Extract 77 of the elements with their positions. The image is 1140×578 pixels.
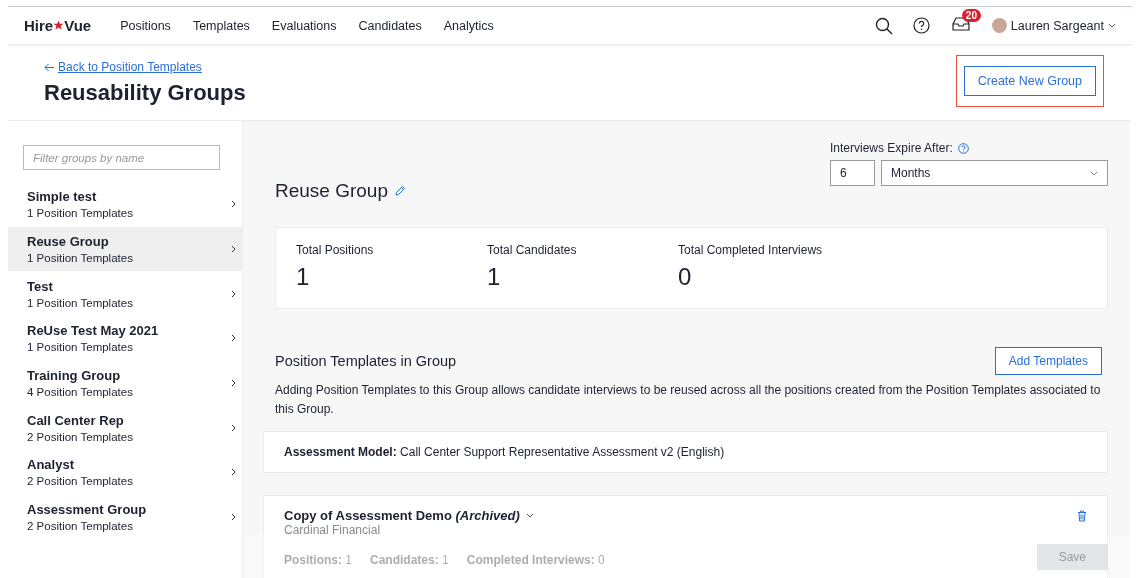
stat-label: Total Positions (296, 243, 375, 257)
stat-value: 0 (678, 263, 693, 291)
back-link[interactable]: Back to Position Templates (58, 60, 202, 74)
group-item[interactable]: ReUse Test May 2021 1 Position Templates (8, 316, 242, 361)
stat-label: Total Candidates (487, 243, 578, 257)
group-name: Assessment Group (27, 502, 148, 518)
nav-link[interactable]: Candidates (349, 14, 431, 37)
template-count: 2 Position Templates (27, 520, 134, 533)
group-name: ReUse Test May 2021 (27, 323, 160, 339)
stat-value: 1 (296, 263, 311, 291)
group-item[interactable]: Reuse Group 1 Position Templates (8, 226, 242, 272)
chevron-down-icon (1090, 170, 1098, 176)
group-name: Simple test (27, 189, 98, 205)
chevron-right-icon (231, 513, 236, 522)
inbox-icon[interactable] (951, 17, 970, 31)
group-item[interactable]: Simple test 1 Position Templates (8, 182, 242, 227)
chevron-right-icon (231, 200, 236, 209)
star-icon (53, 20, 65, 31)
stat-label: Total Completed Interviews (678, 243, 824, 257)
template-metric: Completed Interviews: 0 (466, 553, 605, 567)
group-item[interactable]: Assessment Group 2 Position Templates (8, 494, 242, 540)
group-name: Call Center Rep (27, 412, 125, 428)
page-title: Reusability Groups (44, 80, 247, 106)
stat-value: 1 (487, 263, 502, 291)
unit-dropdown[interactable]: Months (881, 160, 1108, 186)
logo[interactable]: Hire Vue (24, 17, 92, 34)
chevron-down-icon[interactable] (525, 513, 534, 518)
filter-field[interactable]: Filter groups by name (23, 145, 220, 170)
group-item[interactable]: Call Center Rep 2 Position Templates (8, 405, 242, 451)
group-title: Reuse Group (275, 180, 388, 202)
user-name: Lauren Sargeant (1010, 18, 1104, 33)
logo-text: Vue (64, 17, 92, 34)
template-name: Copy of Assessment Demo (Archived) (284, 508, 520, 523)
chevron-right-icon (231, 245, 236, 254)
template-count: 1 Position Templates (27, 296, 134, 309)
arrow-left-icon (44, 62, 55, 72)
duration-field[interactable]: 6 (830, 160, 875, 186)
group-name: Training Group (27, 368, 122, 384)
template-metric: Candidates: 1 (370, 553, 449, 567)
user-menu[interactable]: Lauren Sargeant (991, 18, 1116, 33)
group-name: Test (27, 278, 54, 294)
chevron-right-icon (231, 289, 236, 298)
group-item[interactable]: Analyst 2 Position Templates (8, 450, 242, 495)
help-icon[interactable] (912, 17, 930, 34)
avatar-icon (991, 18, 1007, 33)
section-description: Adding Position Templates to this Group allows candidate interviews to be reused across all the positions created from the Position Templates associated to this Group. (275, 382, 1102, 418)
nav-link[interactable]: Templates (183, 14, 259, 37)
template-count: 1 Position Templates (27, 207, 134, 220)
group-item[interactable]: Training Group 4 Position Templates (8, 360, 242, 406)
chevron-down-icon (1108, 23, 1116, 28)
template-metric: Positions: 1 (284, 553, 353, 567)
search-icon[interactable] (874, 16, 893, 35)
expire-label: Interviews Expire After: (830, 141, 953, 155)
logo-text: Hire (24, 17, 54, 34)
add-templates-button[interactable]: Add Templates (994, 347, 1102, 375)
company-name: Cardinal Financial (284, 523, 382, 537)
nav-link[interactable]: Positions (111, 14, 180, 37)
template-count: 2 Position Templates (27, 475, 134, 488)
assessment-model-text: Assessment Model: Call Center Support Representative Assessment v2 (English) (284, 445, 725, 459)
create-group-button[interactable]: Create New Group (963, 66, 1096, 96)
template-count: 4 Position Templates (27, 386, 134, 399)
trash-icon[interactable] (1077, 509, 1087, 522)
template-count: 1 Position Templates (27, 252, 134, 265)
nav-link[interactable]: Analytics (434, 14, 503, 37)
chevron-right-icon (231, 423, 236, 432)
nav-link[interactable]: Evaluations (262, 14, 346, 37)
notification-badge: 20 (961, 9, 981, 22)
section-title: Position Templates in Group (275, 353, 457, 369)
chevron-right-icon (231, 334, 236, 343)
template-count: 2 Position Templates (27, 430, 134, 443)
group-item[interactable]: Test 1 Position Templates (8, 271, 242, 317)
group-name: Reuse Group (27, 234, 110, 250)
chevron-right-icon (231, 379, 236, 388)
template-count: 1 Position Templates (27, 341, 134, 354)
group-name: Analyst (27, 457, 75, 473)
chevron-right-icon (231, 468, 236, 477)
pencil-icon[interactable] (394, 185, 406, 197)
